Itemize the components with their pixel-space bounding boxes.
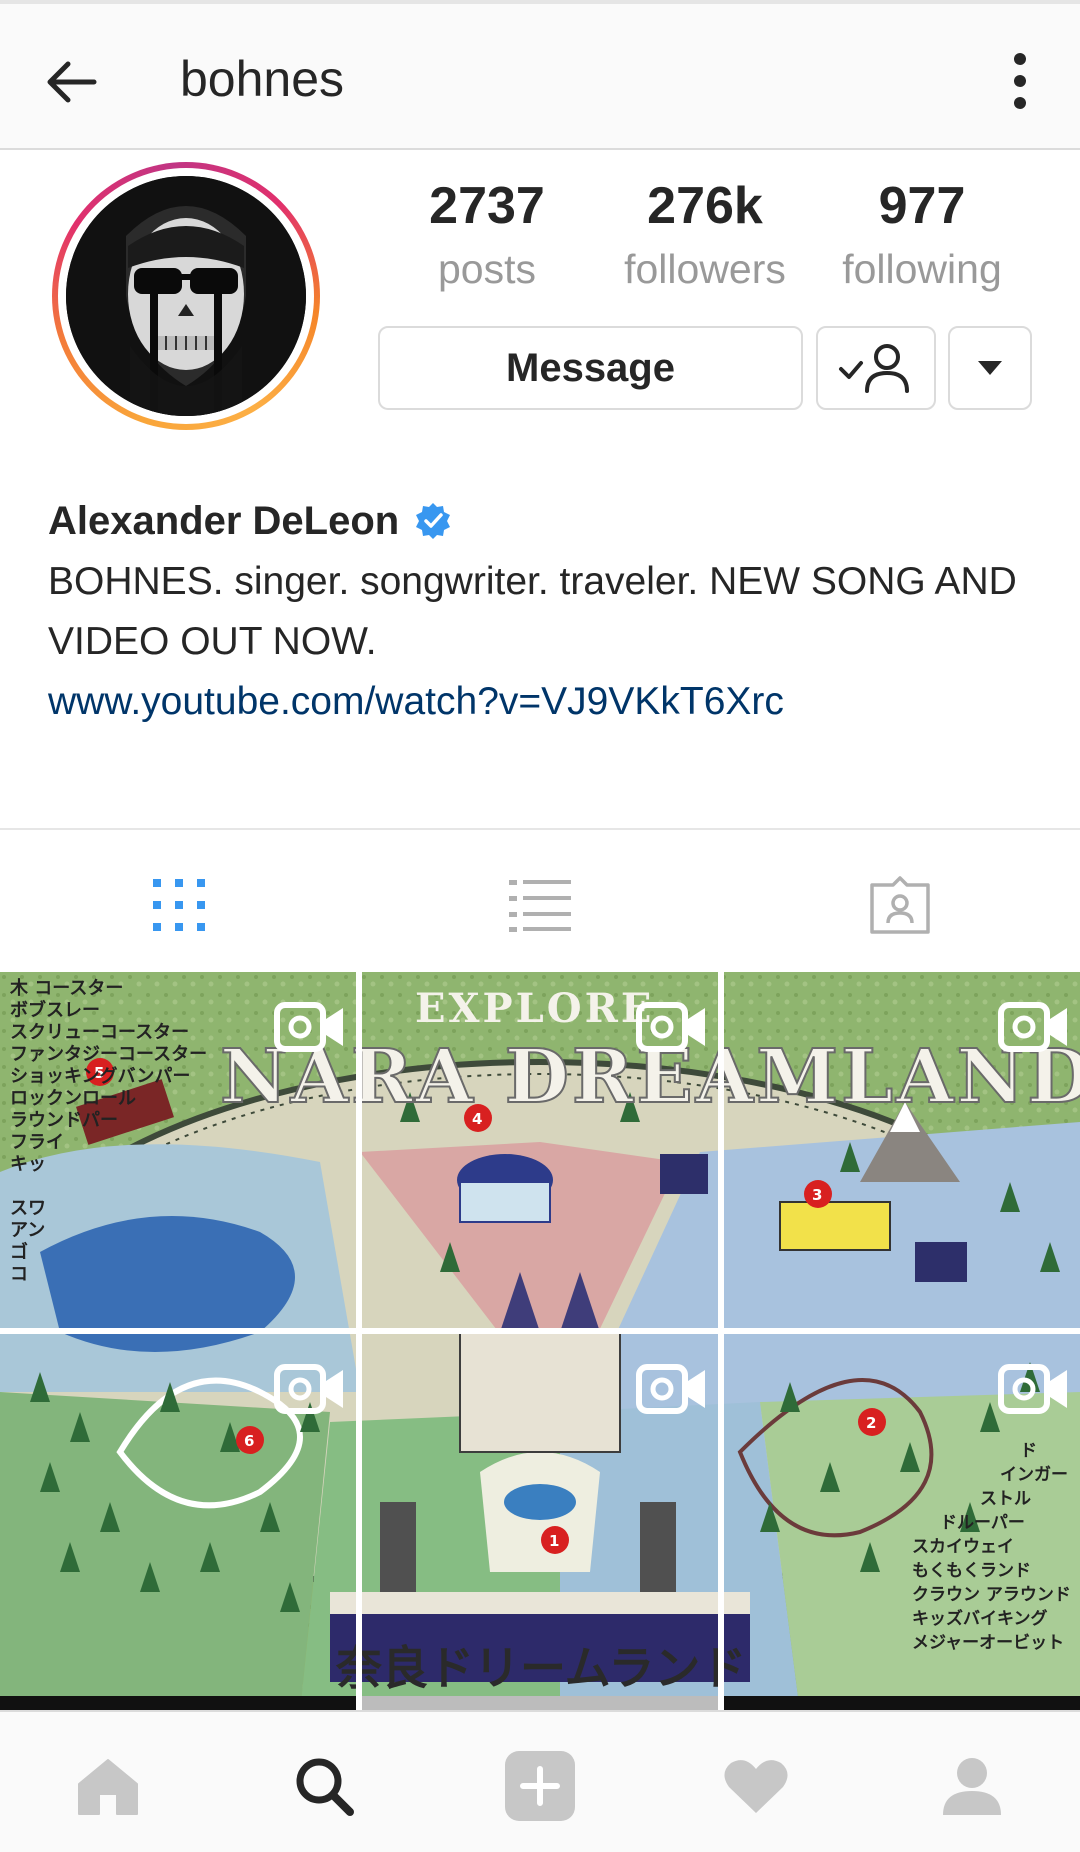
map-legend-left: ゴ: [10, 1241, 28, 1263]
map-legend-left: スクリューコースター: [10, 1022, 189, 1043]
heart-icon: [724, 1760, 788, 1813]
map-legend-left: ショッキングバンパー: [10, 1065, 190, 1087]
message-button[interactable]: Message: [378, 326, 803, 410]
video-badge-icon[interactable]: [636, 1002, 708, 1052]
suggestions-dropdown-button[interactable]: [948, 326, 1032, 410]
video-badge-icon[interactable]: [274, 1364, 346, 1414]
video-badge-icon[interactable]: [998, 1364, 1070, 1414]
tab-tagged[interactable]: [860, 870, 940, 940]
map-legend-left: スワ: [10, 1198, 46, 1219]
more-vertical-icon: [1014, 53, 1026, 109]
map-legend-right: クラウン アラウンド: [912, 1585, 1071, 1605]
map-legend-right: ド: [1020, 1441, 1037, 1461]
profile-view-tabs: [0, 828, 1080, 972]
map-legend-right: ドルーパー: [940, 1513, 1025, 1533]
list-icon: [509, 880, 571, 932]
map-marker: 1: [549, 1532, 559, 1550]
arrow-left-icon: [47, 61, 97, 103]
search-icon: [296, 1758, 354, 1816]
posts-grid: 4 3 5 6 2 1 木 コースター ボブスレー スクリューコースター ファン…: [0, 972, 1080, 1712]
add-post-icon: [505, 1751, 575, 1821]
nara-dreamland-map-image: 4 3 5 6 2 1 木 コースター ボブスレー スクリューコースター ファン…: [0, 972, 1080, 1712]
bottom-navigation: [0, 1710, 1080, 1852]
video-badge-icon[interactable]: [636, 1364, 708, 1414]
map-legend-left: ロックンロール: [10, 1088, 136, 1109]
followers-label: followers: [624, 246, 786, 292]
map-legend-left: ラウンドパー: [10, 1110, 118, 1131]
map-legend-left: 木 コースター: [9, 977, 123, 999]
map-legend-right: ストル: [980, 1489, 1031, 1509]
nav-home[interactable]: [68, 1748, 148, 1824]
profile-bio: Alexander DeLeon BOHNES. singer. songwri…: [48, 496, 1038, 732]
stat-followers[interactable]: 276k followers: [612, 176, 798, 293]
map-legend-left: ボブスレー: [10, 999, 100, 1021]
caret-down-icon: [978, 361, 1002, 375]
map-marker: 3: [812, 1186, 822, 1204]
video-badge-icon[interactable]: [998, 1002, 1070, 1052]
tab-grid[interactable]: [139, 870, 219, 940]
top-bar: bohnes: [0, 0, 1080, 150]
posts-count: 2737: [429, 177, 545, 235]
avatar: [66, 176, 306, 416]
tab-list[interactable]: [500, 870, 580, 940]
map-legend-left: ファンタジーコースター: [10, 1044, 207, 1065]
story-ring[interactable]: [52, 162, 320, 430]
map-marker: 6: [244, 1432, 254, 1450]
followers-count: 276k: [647, 177, 763, 235]
map-legend-right: インガー: [1000, 1465, 1068, 1485]
following-label: following: [842, 246, 1002, 292]
map-legend-left: コ: [10, 1264, 28, 1285]
nav-add-post[interactable]: [500, 1748, 580, 1824]
profile-full-name: Alexander DeLeon: [48, 498, 400, 543]
verified-badge-icon: [416, 503, 451, 539]
bio-website-link[interactable]: www.youtube.com/watch?v=VJ9VKkT6Xrc: [48, 672, 1038, 732]
more-options-button[interactable]: [1000, 48, 1040, 114]
home-icon: [78, 1759, 138, 1815]
profile-avatar: [66, 176, 306, 416]
map-legend-left: フライ: [10, 1132, 64, 1153]
following-count: 977: [878, 177, 966, 235]
tagged-icon: [870, 876, 930, 934]
nav-activity[interactable]: [716, 1748, 796, 1824]
map-legend-right: キッズバイキング: [912, 1608, 1048, 1629]
grid-icon: [153, 879, 205, 931]
map-title-explore: EXPLORE: [415, 985, 654, 1032]
stat-following[interactable]: 977 following: [830, 176, 1014, 293]
map-title-japanese: 奈良ドリームランド: [335, 1641, 746, 1695]
video-badge-icon[interactable]: [274, 1002, 346, 1052]
map-legend-left: アン: [10, 1220, 45, 1241]
stat-posts[interactable]: 2737 posts: [407, 176, 567, 293]
map-marker: 2: [866, 1414, 876, 1432]
profile-username-title: bohnes: [180, 51, 345, 107]
nav-search[interactable]: [284, 1748, 364, 1824]
following-button[interactable]: [816, 326, 936, 410]
map-legend-right: もくもくランド: [912, 1561, 1031, 1581]
map-legend-right: メジャーオービット: [912, 1633, 1064, 1653]
back-button[interactable]: [40, 52, 100, 112]
map-legend-right: スカイウェイ: [912, 1537, 1014, 1557]
nav-profile[interactable]: [932, 1748, 1012, 1824]
map-legend-left: キッ: [10, 1154, 46, 1175]
posts-label: posts: [438, 246, 536, 292]
bio-text: BOHNES. singer. songwriter. traveler. NE…: [48, 560, 1017, 663]
profile-icon: [943, 1758, 1001, 1815]
following-check-icon: [839, 344, 909, 393]
